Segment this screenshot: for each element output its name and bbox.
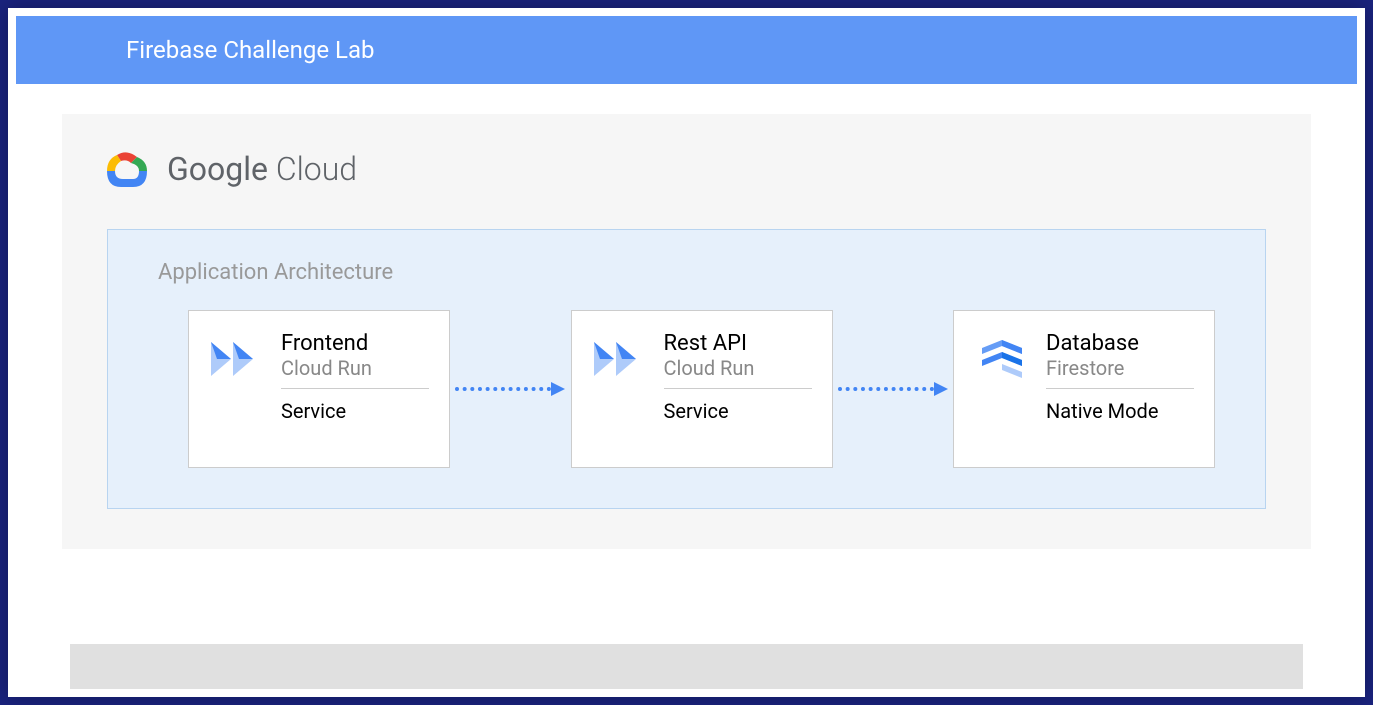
frontend-subtitle: Cloud Run [281, 356, 429, 389]
arrow-2 [838, 379, 948, 399]
arrow-head-icon [934, 382, 948, 396]
google-cloud-icon [102, 149, 152, 189]
diagram-frame: Firebase Challenge Lab Google Cloud Appl… [8, 8, 1365, 697]
main-area: Google Cloud Application Architecture [8, 84, 1365, 697]
frontend-title: Frontend [281, 331, 429, 356]
restapi-title: Rest API [664, 331, 812, 356]
database-box: Database Firestore Native Mode [953, 310, 1215, 468]
dotted-line-icon [455, 387, 551, 391]
firestore-icon [974, 334, 1034, 384]
frontend-box: Frontend Cloud Run Service [188, 310, 450, 468]
grey-panel: Google Cloud Application Architecture [62, 114, 1311, 549]
frontend-content: Frontend Cloud Run Service [281, 326, 429, 452]
architecture-container: Application Architecture Frontend [107, 229, 1266, 509]
restapi-box: Rest API Cloud Run Service [571, 310, 833, 468]
google-cloud-header: Google Cloud [102, 149, 1266, 189]
architecture-title: Application Architecture [158, 260, 1215, 285]
architecture-flow: Frontend Cloud Run Service [158, 310, 1215, 468]
dotted-line-icon [838, 387, 934, 391]
google-cloud-label: Google Cloud [167, 150, 357, 188]
restapi-content: Rest API Cloud Run Service [664, 326, 812, 452]
cloud-run-icon [209, 334, 269, 384]
cloud-name-light: Cloud [268, 150, 357, 188]
restapi-detail: Service [664, 399, 812, 423]
database-detail: Native Mode [1046, 399, 1194, 423]
frontend-detail: Service [281, 399, 429, 423]
arrow-head-icon [551, 382, 565, 396]
footer-bar [70, 644, 1303, 689]
cloud-name-bold: Google [167, 150, 268, 188]
database-title: Database [1046, 331, 1194, 356]
database-subtitle: Firestore [1046, 356, 1194, 389]
header-title: Firebase Challenge Lab [126, 36, 375, 64]
database-content: Database Firestore Native Mode [1046, 326, 1194, 452]
restapi-subtitle: Cloud Run [664, 356, 812, 389]
arrow-1 [455, 379, 565, 399]
header-bar: Firebase Challenge Lab [8, 8, 1365, 84]
cloud-run-icon [592, 334, 652, 384]
